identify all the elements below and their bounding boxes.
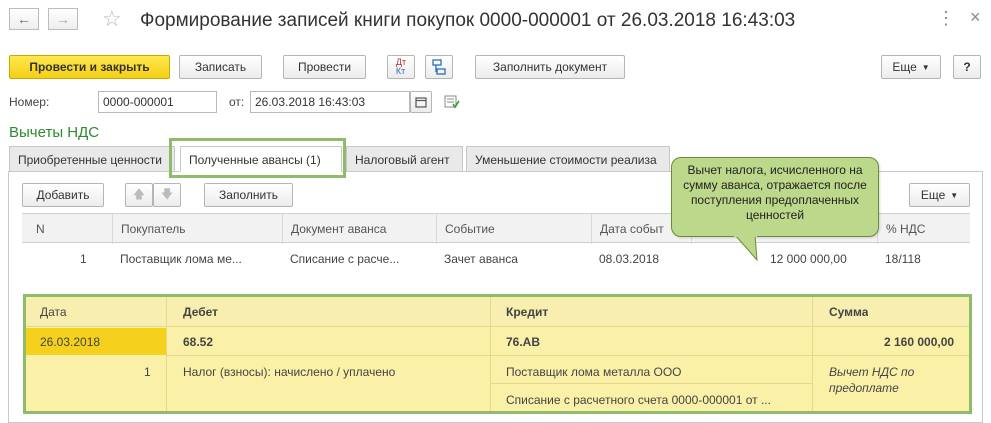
callout-pointer — [733, 234, 758, 262]
arrow-down-icon: 🡇 — [160, 186, 174, 201]
tab-cost-reduction[interactable]: Уменьшение стоимости реализа — [466, 146, 670, 172]
tab-acquired-values[interactable]: Приобретенные ценности — [9, 146, 175, 172]
save-button[interactable]: Записать — [179, 55, 262, 79]
section-title: Вычеты НДС — [9, 124, 100, 141]
hierarchy-icon — [432, 59, 446, 75]
post-button[interactable]: Провести — [283, 55, 366, 79]
grid-more-label: Еще — [920, 188, 946, 202]
col-buyer[interactable]: Покупатель — [112, 214, 282, 244]
date-field[interactable]: 26.03.2018 16:43:03 — [250, 91, 410, 113]
structure-button[interactable] — [425, 55, 453, 79]
window-menu-icon[interactable]: ⋮ — [937, 8, 955, 29]
active-tab-highlight — [169, 138, 346, 178]
grid-more-button[interactable]: Еще ▼ — [909, 183, 970, 207]
favorite-star-icon[interactable]: ☆ — [102, 6, 122, 32]
dt-kt-button[interactable]: Дт Кт — [387, 55, 415, 79]
fill-button[interactable]: Заполнить — [204, 183, 293, 207]
arrow-right-icon: → — [56, 11, 70, 27]
col-event[interactable]: Событие — [436, 214, 591, 244]
calendar-button[interactable] — [410, 91, 432, 113]
back-button[interactable]: ← — [9, 8, 39, 30]
help-button[interactable]: ? — [953, 55, 981, 79]
date-label: от: — [229, 95, 245, 109]
arrow-left-icon: ← — [17, 11, 31, 27]
number-label: Номер: — [9, 95, 50, 109]
forward-button[interactable]: → — [48, 8, 78, 30]
close-icon[interactable]: × — [970, 7, 981, 28]
postings-highlight — [23, 294, 972, 414]
col-advance-doc[interactable]: Документ аванса — [282, 214, 437, 244]
document-status-icon[interactable] — [444, 95, 460, 112]
move-down-button[interactable]: 🡇 — [153, 183, 181, 207]
chevron-down-icon: ▼ — [921, 62, 930, 72]
tab-tax-agent[interactable]: Налоговый агент — [346, 146, 463, 172]
row-advance-doc: Списание с расче... — [290, 252, 400, 266]
number-field[interactable]: 0000-000001 — [98, 91, 217, 113]
add-button[interactable]: Добавить — [22, 183, 104, 207]
table-row[interactable]: 1 Поставщик лома ме... Списание с расче.… — [22, 244, 970, 274]
row-amount: 12 000 000,00 — [770, 252, 847, 266]
post-and-close-button[interactable]: Провести и закрыть — [9, 55, 170, 79]
annotation-callout: Вычет налога, исчисленного на сумму аван… — [671, 157, 879, 237]
more-button[interactable]: Еще ▼ — [881, 55, 941, 79]
row-event-date: 08.03.2018 — [599, 252, 660, 266]
more-label: Еще — [892, 60, 917, 74]
kt-label: Кт — [395, 66, 406, 76]
dt-kt-icon: Дт Кт — [396, 58, 406, 76]
fill-document-button[interactable]: Заполнить документ — [475, 55, 625, 79]
move-up-button[interactable]: 🡅 — [125, 183, 153, 207]
row-vat-rate: 18/118 — [885, 252, 921, 266]
arrow-up-icon: 🡅 — [132, 186, 146, 201]
row-buyer: Поставщик лома ме... — [120, 252, 242, 266]
chevron-down-icon: ▼ — [950, 190, 959, 200]
calendar-icon — [415, 97, 427, 108]
row-event: Зачет аванса — [444, 252, 518, 266]
row-n: 1 — [80, 252, 87, 266]
col-n[interactable]: N — [22, 214, 112, 244]
col-vat-rate[interactable]: % НДС — [877, 214, 970, 244]
window-title: Формирование записей книги покупок 0000-… — [140, 10, 796, 31]
